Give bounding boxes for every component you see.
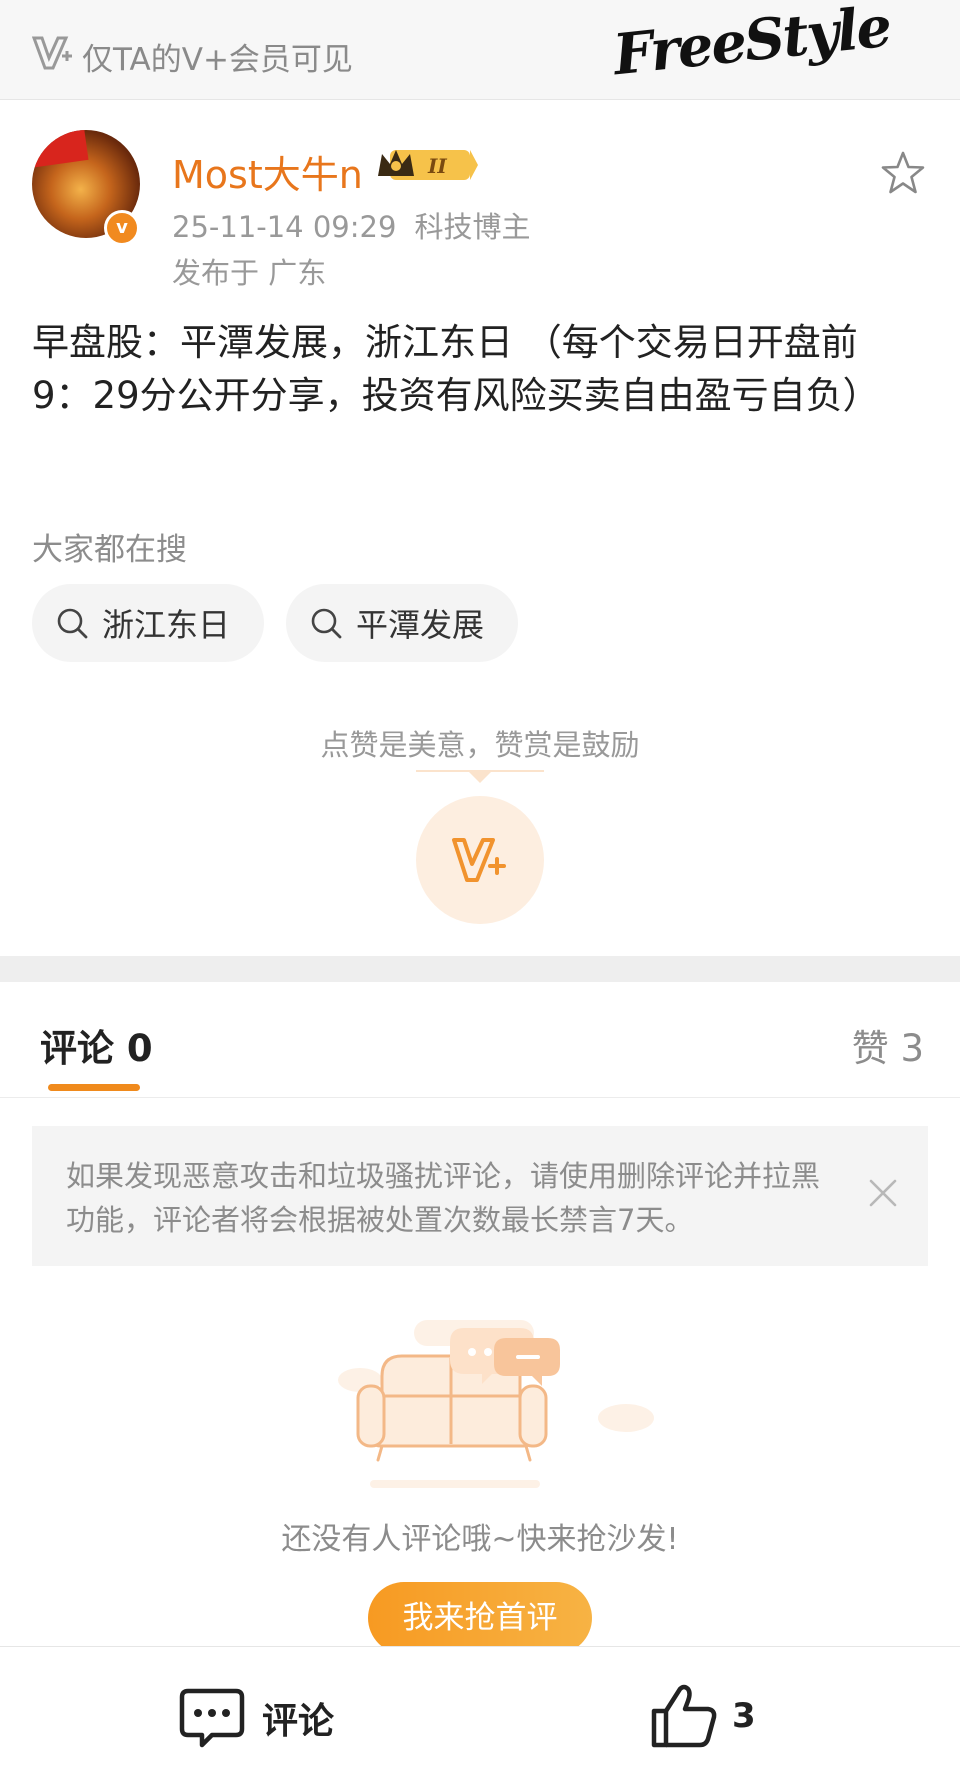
comment-icon xyxy=(179,1688,245,1748)
post-location: 发布于 广东 xyxy=(172,256,327,290)
freestyle-watermark: FreeStyle xyxy=(610,0,893,89)
flag-icon xyxy=(32,130,89,168)
search-icon xyxy=(57,608,88,639)
rank-badge-icon: II xyxy=(378,150,478,180)
search-chip-label: 平潭发展 xyxy=(356,606,485,644)
close-icon[interactable] xyxy=(866,1176,900,1210)
vplus-icon xyxy=(452,838,506,882)
svg-text:II: II xyxy=(427,154,447,178)
tab-comments[interactable]: 评论 0 xyxy=(40,1018,153,1072)
verified-icon: v xyxy=(104,210,140,246)
empty-comments-text: 还没有人评论哦~快来抢沙发! xyxy=(281,1522,679,1557)
search-icon xyxy=(311,608,342,639)
vip-only-bar: 仅TA的V+会员可见 FreeStyle xyxy=(0,0,960,100)
star-icon[interactable] xyxy=(880,150,926,196)
first-comment-button[interactable]: 我来抢首评 xyxy=(368,1582,592,1654)
search-chip[interactable]: 浙江东日 xyxy=(32,584,264,662)
reward-hint: 点赞是美意，赞赏是鼓励 xyxy=(320,728,640,762)
section-divider xyxy=(0,956,960,982)
search-chip-label: 浙江东日 xyxy=(102,606,231,644)
post-category: 科技博主 xyxy=(414,210,531,244)
thumb-up-icon xyxy=(651,1684,717,1748)
post-meta: 25-11-14 09:29 科技博主 xyxy=(172,204,530,246)
reward-button[interactable] xyxy=(416,796,544,924)
vip-only-label: 仅TA的V+会员可见 xyxy=(82,42,353,78)
comment-button[interactable]: 评论 xyxy=(178,1687,334,1749)
notice-text: 如果发现恶意攻击和垃圾骚扰评论，请使用删除评论并拉黑功能，评论者将会根据被处置次… xyxy=(66,1159,821,1237)
tab-likes[interactable]: 赞 3 xyxy=(852,1018,924,1072)
comment-notice: 如果发现恶意攻击和垃圾骚扰评论，请使用删除评论并拉黑功能，评论者将会根据被处置次… xyxy=(32,1126,928,1266)
like-count: 3 xyxy=(732,1696,756,1736)
post-content: 早盘股：平潭发展，浙江东日 （每个交易日开盘前9：29分公开分享，投资有风险买卖… xyxy=(32,321,880,417)
author-name[interactable]: Most大牛n xyxy=(172,144,363,199)
post-time: 25-11-14 09:29 xyxy=(172,210,397,244)
sofa-illustration xyxy=(338,1320,654,1488)
comment-tabs: 评论 0 赞 3 xyxy=(0,982,960,1098)
tab-active-indicator xyxy=(48,1084,140,1091)
post-header: v Most大牛n II 25-11-14 09:29 科技博主 发布于 广东 xyxy=(0,100,960,300)
bottom-action-bar: 评论 3 xyxy=(0,1646,960,1768)
vplus-icon xyxy=(32,36,72,70)
like-button[interactable]: 3 xyxy=(650,1683,756,1749)
search-chip[interactable]: 平潭发展 xyxy=(286,584,518,662)
trending-search-title: 大家都在搜 xyxy=(32,532,187,568)
comment-button-label: 评论 xyxy=(262,1701,335,1742)
reward-pointer xyxy=(469,772,491,783)
